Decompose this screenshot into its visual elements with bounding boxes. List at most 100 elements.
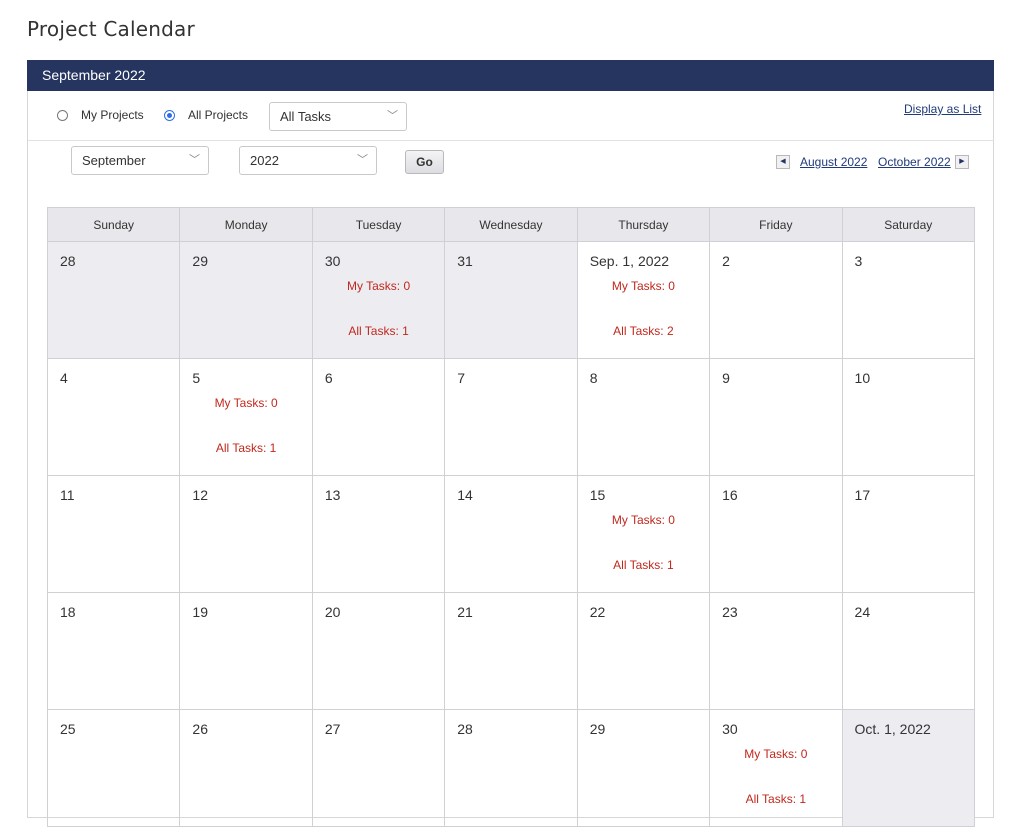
calendar-day-cell[interactable]: 18 — [46, 592, 181, 710]
day-number: 27 — [324, 721, 341, 737]
calendar-week-row: 18 19 20 21 22 23 24 — [46, 592, 976, 710]
all-tasks-count[interactable]: All Tasks: 1 — [313, 324, 444, 338]
weekday-sunday: Sunday — [46, 207, 181, 242]
calendar-day-cell[interactable]: 24 — [841, 592, 976, 710]
all-tasks-count[interactable]: All Tasks: 1 — [180, 441, 311, 455]
calendar-day-cell[interactable]: 3 — [841, 241, 976, 359]
calendar-week-row: 25 26 27 28 29 30 My Tasks: 0 All Tasks: 1 Oct. … — [46, 709, 976, 827]
calendar-day-cell[interactable]: 20 — [311, 592, 446, 710]
all-tasks-count[interactable]: All Tasks: 2 — [578, 324, 709, 338]
calendar-day-cell[interactable]: 6 — [311, 358, 446, 476]
day-number: 29 — [192, 253, 208, 269]
calendar-day-cell[interactable]: 5 My Tasks: 0 All Tasks: 1 — [179, 358, 313, 476]
month-select-value: September — [82, 153, 146, 168]
day-number: 10 — [854, 370, 871, 386]
all-projects-radio-icon[interactable] — [164, 109, 175, 121]
year-select[interactable]: 2022 ﹀ — [239, 146, 377, 175]
my-tasks-count[interactable]: My Tasks: 0 — [710, 747, 841, 761]
calendar-day-cell[interactable]: 15 My Tasks: 0 All Tasks: 1 — [576, 475, 711, 593]
calendar-day-cell[interactable]: 30 My Tasks: 0 All Tasks: 1 — [311, 241, 446, 359]
all-projects-radio[interactable]: All Projects — [164, 108, 248, 122]
calendar-day-cell[interactable]: 12 — [179, 475, 313, 593]
chevron-down-icon: ﹀ — [357, 154, 368, 166]
calendar-day-cell[interactable]: 25 — [46, 709, 181, 827]
calendar-day-cell[interactable]: 22 — [576, 592, 711, 710]
calendar-day-cell[interactable]: 17 — [841, 475, 976, 593]
day-number: 22 — [589, 604, 606, 620]
day-number: Oct. 1, 2022 — [854, 721, 931, 737]
calendar-day-cell[interactable]: 31 — [444, 241, 578, 359]
day-number: 28 — [60, 253, 76, 269]
my-tasks-count[interactable]: My Tasks: 0 — [578, 513, 709, 527]
calendar-day-cell[interactable]: 27 — [311, 709, 446, 827]
day-number: 21 — [457, 604, 473, 620]
calendar-day-cell[interactable]: 19 — [179, 592, 313, 710]
day-number: 2 — [722, 253, 730, 269]
calendar-day-cell[interactable]: 11 — [46, 475, 181, 593]
task-filter-select[interactable]: All Tasks ﹀ — [269, 102, 407, 131]
calendar-day-cell[interactable]: 13 — [311, 475, 446, 593]
day-number: 31 — [457, 253, 473, 269]
my-projects-radio-icon[interactable] — [57, 109, 68, 121]
calendar-day-cell[interactable]: 14 — [444, 475, 578, 593]
weekday-thursday: Thursday — [576, 207, 711, 242]
calendar-day-cell[interactable]: Oct. 1, 2022 — [841, 709, 976, 827]
day-number: 30 — [722, 721, 738, 737]
month-select[interactable]: September ﹀ — [71, 146, 209, 175]
calendar-week-row: 28 29 30 My Tasks: 0 All Tasks: 1 31 Sep. 1, 2… — [46, 241, 976, 359]
prev-month-link[interactable]: August 2022 — [800, 155, 867, 169]
day-number: 7 — [457, 370, 466, 386]
display-as-list-link[interactable]: Display as List — [904, 102, 981, 116]
calendar-day-cell[interactable]: 28 — [444, 709, 578, 827]
calendar-grid: Sunday Monday Tuesday Wednesday Thursday… — [46, 207, 976, 827]
day-number: 12 — [192, 487, 208, 503]
chevron-down-icon: ﹀ — [387, 110, 398, 122]
day-number: 3 — [854, 253, 863, 269]
page-title: Project Calendar — [27, 17, 195, 41]
my-projects-radio[interactable]: My Projects — [57, 108, 144, 122]
calendar-day-cell[interactable]: 7 — [444, 358, 578, 476]
calendar-day-cell[interactable]: 9 — [709, 358, 843, 476]
calendar-day-cell[interactable]: Sep. 1, 2022 My Tasks: 0 All Tasks: 2 — [576, 241, 711, 359]
calendar-day-cell[interactable]: 10 — [841, 358, 976, 476]
weekday-header-row: Sunday Monday Tuesday Wednesday Thursday… — [46, 207, 976, 242]
calendar-day-cell[interactable]: 8 — [576, 358, 711, 476]
calendar-day-cell[interactable]: 23 — [709, 592, 843, 710]
day-number: 14 — [457, 487, 473, 503]
day-number: 15 — [589, 487, 606, 503]
day-number: 30 — [324, 253, 341, 269]
day-number: 20 — [324, 604, 341, 620]
calendar-day-cell[interactable]: 29 — [179, 241, 313, 359]
all-tasks-count[interactable]: All Tasks: 1 — [578, 558, 709, 572]
calendar-day-cell[interactable]: 2 — [709, 241, 843, 359]
all-projects-label: All Projects — [188, 108, 249, 122]
my-tasks-count[interactable]: My Tasks: 0 — [578, 279, 709, 293]
all-tasks-count[interactable]: All Tasks: 1 — [710, 792, 841, 806]
go-button[interactable]: Go — [405, 150, 444, 174]
my-projects-label: My Projects — [81, 108, 144, 122]
day-number: 4 — [60, 370, 68, 386]
day-number: 5 — [192, 370, 201, 386]
next-month-link[interactable]: October 2022 — [878, 155, 951, 169]
calendar-day-cell[interactable]: 30 My Tasks: 0 All Tasks: 1 — [709, 709, 843, 827]
calendar-day-cell[interactable]: 4 — [46, 358, 181, 476]
toolbar-divider — [28, 140, 994, 141]
calendar-day-cell[interactable]: 16 — [709, 475, 843, 593]
day-number: 9 — [722, 370, 730, 386]
day-number: 26 — [192, 721, 208, 737]
calendar-week-row: 4 5 My Tasks: 0 All Tasks: 1 6 7 8 9 10 — [46, 358, 976, 476]
day-number: 16 — [722, 487, 738, 503]
weekday-saturday: Saturday — [841, 207, 976, 242]
calendar-day-cell[interactable]: 29 — [576, 709, 711, 827]
my-tasks-count[interactable]: My Tasks: 0 — [180, 396, 311, 410]
day-number: 8 — [589, 370, 598, 386]
calendar-day-cell[interactable]: 21 — [444, 592, 578, 710]
task-filter-value: All Tasks — [280, 109, 332, 124]
prev-month-arrow-icon[interactable]: ◀ — [776, 155, 790, 169]
my-tasks-count[interactable]: My Tasks: 0 — [313, 279, 444, 293]
day-number: 23 — [722, 604, 738, 620]
next-month-arrow-icon[interactable]: ▶ — [955, 155, 969, 169]
calendar-week-row: 11 12 13 14 15 My Tasks: 0 All Tasks: 1 16 17 — [46, 475, 976, 593]
calendar-day-cell[interactable]: 28 — [46, 241, 181, 359]
calendar-day-cell[interactable]: 26 — [179, 709, 313, 827]
